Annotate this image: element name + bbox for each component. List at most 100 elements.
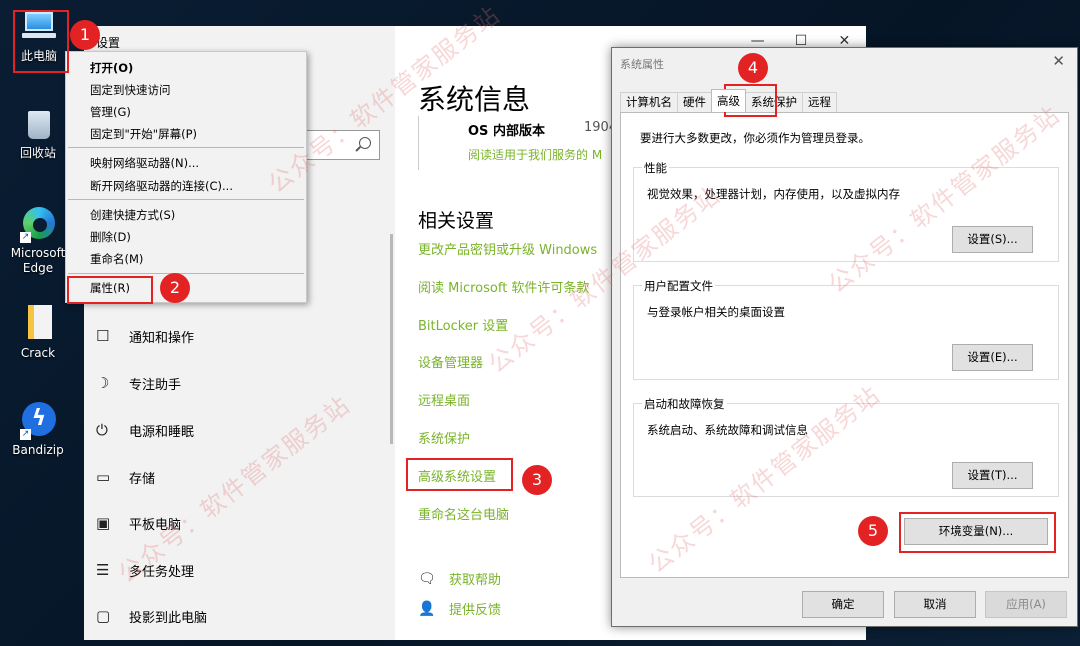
sidebar-item-multitasking[interactable]: ☰ 多任务处理 — [96, 550, 386, 590]
desktop-icon-edge[interactable]: ↗ Microsoft Edge — [8, 203, 68, 276]
menu-item-pin-quick-access[interactable]: 固定到快速访问 — [90, 82, 171, 98]
os-build-label: OS 内部版本 — [468, 124, 545, 139]
help-chat-icon: 🗨 — [418, 570, 436, 587]
admin-note: 要进行大多数更改，你必须作为管理员登录。 — [640, 131, 870, 145]
menu-item-manage[interactable]: 管理(G) — [90, 104, 131, 120]
link-change-product-key[interactable]: 更改产品密钥或升级 Windows — [418, 239, 597, 258]
group-title: 性能 — [642, 160, 669, 176]
sidebar-item-notifications[interactable]: ☐ 通知和操作 — [96, 316, 386, 356]
link-license-terms[interactable]: 阅读 Microsoft 软件许可条款 — [418, 277, 589, 296]
multitask-icon: ☰ — [96, 561, 110, 579]
group-startup-recovery: 启动和故障恢复 系统启动、系统故障和调试信息 设置(T)... — [633, 396, 1059, 497]
menu-separator — [68, 199, 304, 200]
sidebar-item-power[interactable]: ⏻ 电源和睡眠 — [96, 410, 386, 450]
notification-icon: ☐ — [96, 327, 110, 345]
group-performance: 性能 视觉效果，处理器计划，内存使用，以及虚拟内存 设置(S)... — [633, 160, 1059, 262]
feedback-person-icon: 👤 — [418, 600, 436, 617]
desktop-icon-label: Microsoft Edge — [10, 246, 66, 275]
startup-recovery-settings-button[interactable]: 设置(T)... — [952, 462, 1033, 489]
user-profiles-settings-button[interactable]: 设置(E)... — [952, 344, 1033, 371]
get-help-link[interactable]: 🗨 获取帮助 — [418, 569, 502, 589]
menu-item-rename[interactable]: 重命名(M) — [90, 251, 143, 267]
page-title: 系统信息 — [418, 83, 531, 116]
sidebar-item-label: 电源和睡眠 — [129, 424, 195, 440]
link-bitlocker[interactable]: BitLocker 设置 — [418, 315, 508, 334]
menu-item-disconnect-network-drive[interactable]: 断开网络驱动器的连接(C)... — [90, 178, 233, 194]
desktop-icon-recycle-bin[interactable]: 回收站 — [8, 103, 68, 161]
highlight-env-button — [899, 512, 1056, 553]
sidebar-item-projecting[interactable]: ▢ 投影到此电脑 — [96, 596, 386, 636]
related-settings-heading: 相关设置 — [418, 210, 495, 232]
menu-item-pin-start[interactable]: 固定到"开始"屏幕(P) — [90, 126, 197, 142]
desktop-icon-label: 回收站 — [19, 146, 56, 160]
storage-icon: ▭ — [96, 468, 111, 486]
shortcut-arrow-icon: ↗ — [20, 232, 31, 243]
feedback-label: 提供反馈 — [449, 603, 502, 618]
power-icon: ⏻ — [96, 421, 108, 439]
shortcut-arrow-icon: ↗ — [20, 429, 31, 440]
sidebar-scrollbar[interactable] — [390, 234, 393, 444]
link-rename-pc[interactable]: 重命名这台电脑 — [418, 504, 509, 523]
context-menu: 打开(O) 固定到快速访问 管理(G) 固定到"开始"屏幕(P) 映射网络驱动器… — [65, 51, 307, 303]
dialog-close-button[interactable]: ✕ — [1052, 52, 1065, 70]
tab-remote[interactable]: 远程 — [802, 92, 837, 112]
menu-separator — [68, 147, 304, 148]
dialog-title: 系统属性 — [620, 58, 664, 71]
group-description: 与登录帐户相关的桌面设置 — [647, 305, 785, 319]
group-user-profiles: 用户配置文件 与登录帐户相关的桌面设置 设置(E)... — [633, 278, 1059, 380]
desktop-icon-label: Crack — [20, 346, 56, 360]
tab-hardware[interactable]: 硬件 — [677, 92, 712, 112]
step-badge-1: 1 — [70, 20, 100, 50]
sidebar-item-label: 平板电脑 — [129, 517, 182, 533]
folder-document-icon — [18, 303, 58, 343]
desktop-icon-label: Bandizip — [12, 443, 64, 457]
link-remote-desktop[interactable]: 远程桌面 — [418, 390, 470, 409]
edge-icon: ↗ — [18, 203, 58, 243]
tab-advanced[interactable]: 高级 — [711, 89, 746, 112]
menu-separator — [68, 273, 304, 274]
group-description: 系统启动、系统故障和调试信息 — [647, 423, 808, 437]
cancel-button[interactable]: 取消 — [894, 591, 976, 618]
sidebar-item-focus-assist[interactable]: ☽ 专注助手 — [96, 363, 386, 403]
search-icon — [359, 137, 371, 149]
menu-item-delete[interactable]: 删除(D) — [90, 229, 131, 245]
menu-item-create-shortcut[interactable]: 创建快捷方式(S) — [90, 207, 175, 223]
advanced-tab-panel: 要进行大多数更改，你必须作为管理员登录。 性能 视觉效果，处理器计划，内存使用，… — [620, 112, 1069, 578]
ok-button[interactable]: 确定 — [802, 591, 884, 618]
highlight-this-pc — [13, 10, 69, 73]
sidebar-item-tablet[interactable]: ▣ 平板电脑 — [96, 503, 386, 543]
link-device-manager[interactable]: 设备管理器 — [418, 352, 483, 371]
sidebar-item-storage[interactable]: ▭ 存储 — [96, 457, 386, 497]
step-badge-4: 4 — [738, 53, 768, 83]
sidebar-item-label: 通知和操作 — [129, 330, 195, 346]
group-title: 启动和故障恢复 — [642, 396, 727, 412]
recycle-bin-icon — [18, 103, 58, 143]
group-description: 视觉效果，处理器计划，内存使用，以及虚拟内存 — [647, 187, 900, 201]
highlight-properties — [67, 276, 153, 304]
dialog-tabs: 计算机名 硬件 高级 系统保护 远程 — [620, 89, 837, 112]
get-help-label: 获取帮助 — [449, 573, 502, 588]
apply-button[interactable]: 应用(A) — [985, 591, 1067, 618]
highlight-advanced-settings — [406, 458, 513, 491]
sidebar-item-label: 存储 — [129, 471, 156, 487]
bandizip-icon: ϟ ↗ — [18, 400, 58, 440]
performance-settings-button[interactable]: 设置(S)... — [952, 226, 1033, 253]
sidebar-item-label: 多任务处理 — [129, 564, 195, 580]
desktop-icon-bandizip[interactable]: ϟ ↗ Bandizip — [8, 400, 68, 458]
desktop-icon-crack[interactable]: Crack — [8, 303, 68, 361]
sidebar-item-label: 专注助手 — [129, 377, 182, 393]
tablet-icon: ▣ — [96, 514, 111, 532]
moon-icon: ☽ — [96, 374, 110, 392]
feedback-link[interactable]: 👤 提供反馈 — [418, 599, 502, 619]
step-badge-3: 3 — [522, 465, 552, 495]
tab-computer-name[interactable]: 计算机名 — [620, 92, 678, 112]
sidebar-item-label: 投影到此电脑 — [129, 610, 208, 626]
group-title: 用户配置文件 — [642, 278, 715, 294]
project-icon: ▢ — [96, 607, 111, 625]
link-system-protection[interactable]: 系统保护 — [418, 428, 470, 447]
step-badge-5: 5 — [858, 516, 888, 546]
menu-item-map-network-drive[interactable]: 映射网络驱动器(N)... — [90, 155, 199, 171]
menu-item-open[interactable]: 打开(O) — [90, 60, 133, 76]
step-badge-2: 2 — [160, 273, 190, 303]
service-agreement-link[interactable]: 阅读适用于我们服务的 M — [468, 146, 602, 163]
